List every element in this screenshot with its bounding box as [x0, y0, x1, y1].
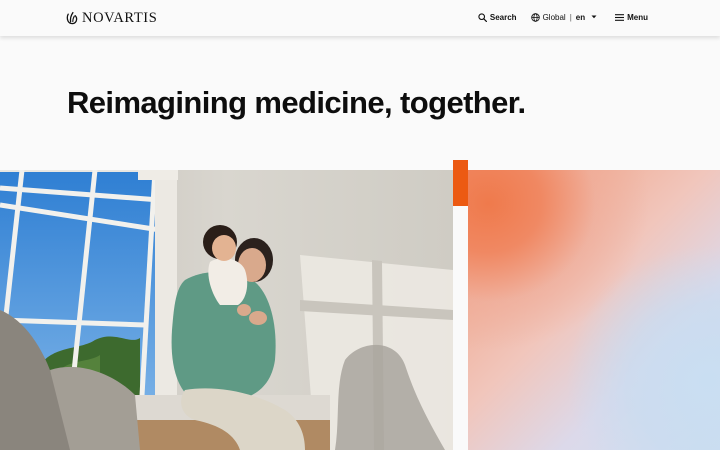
- headline-period: .: [517, 85, 527, 120]
- menu-label: Menu: [627, 12, 648, 22]
- gradient-panel: [468, 170, 720, 450]
- hero-headline: Reimagining medicine, together.: [67, 83, 526, 123]
- hamburger-icon: [615, 13, 625, 21]
- caret-down-icon: [591, 15, 597, 19]
- novartis-flame-icon: [66, 11, 78, 26]
- search-icon: [478, 12, 487, 22]
- hero-photo: [0, 170, 453, 450]
- site-header: NOVARTIS Search Global | en Menu: [0, 0, 720, 36]
- region-separator: |: [569, 12, 572, 22]
- brand-name: NOVARTIS: [82, 10, 158, 26]
- region-language-selector[interactable]: Global | en: [530, 12, 598, 22]
- headline-regular-text: Reimagining medicine,: [67, 85, 401, 120]
- language-label: en: [575, 12, 586, 22]
- search-label: Search: [489, 12, 517, 22]
- page: NOVARTIS Search Global | en Menu Reimagi…: [0, 0, 720, 450]
- novartis-logo-link[interactable]: NOVARTIS: [66, 9, 157, 27]
- accent-bar: [453, 160, 468, 206]
- region-label: Global: [542, 12, 566, 22]
- top-nav: Search Global | en Menu: [478, 10, 648, 24]
- search-button[interactable]: Search: [478, 13, 517, 22]
- headline-bold-text: together: [400, 85, 518, 120]
- menu-button[interactable]: Menu: [615, 13, 648, 22]
- hero-photo-illustration: [0, 170, 453, 450]
- globe-icon: [530, 12, 540, 22]
